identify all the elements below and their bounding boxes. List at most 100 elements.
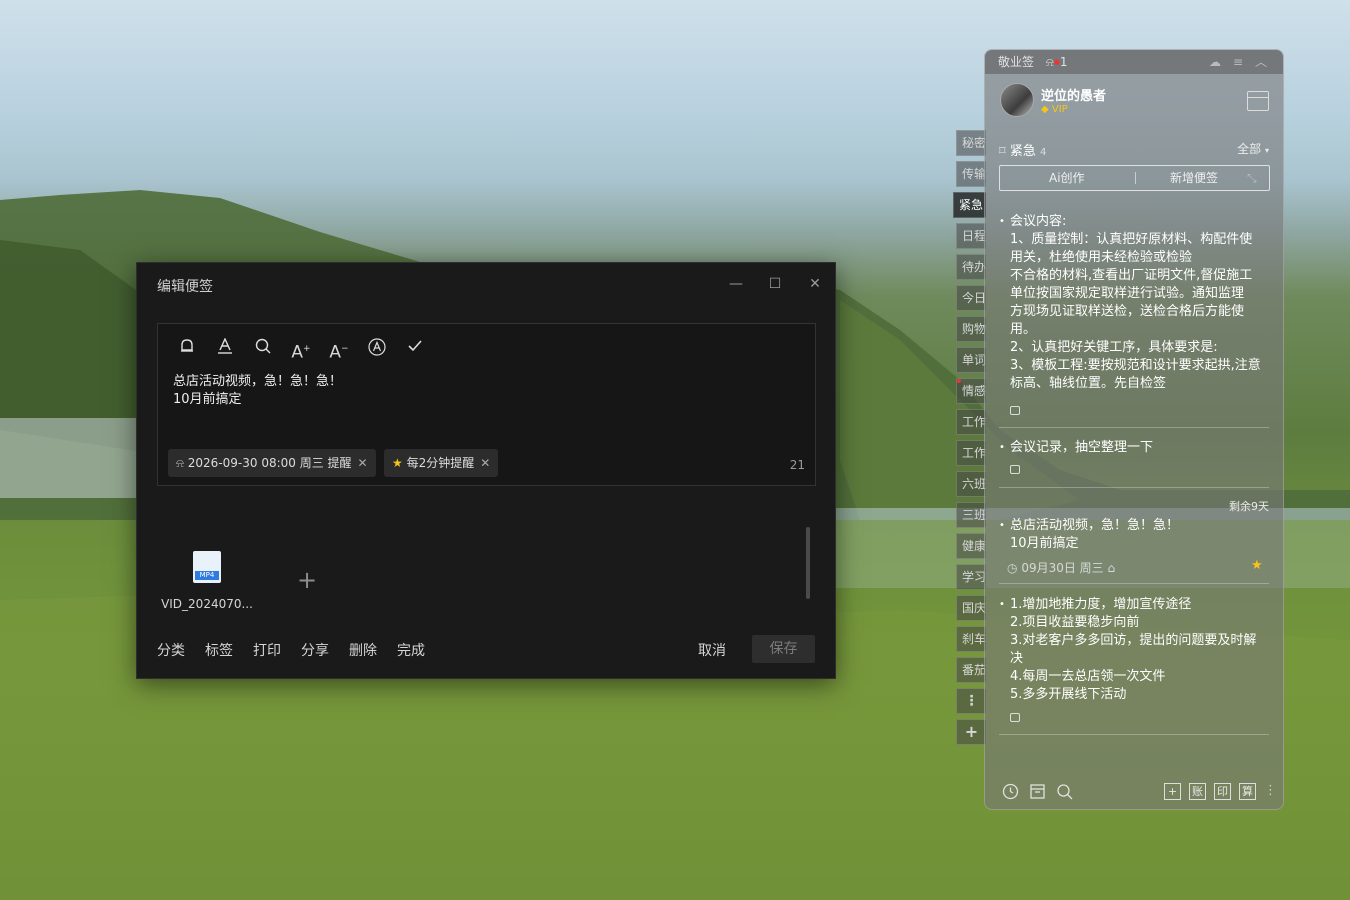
tab-national-day[interactable]: 国庆 <box>956 595 986 621</box>
check-icon[interactable] <box>404 338 426 360</box>
note-date: ◷ 09月30日 周三 ⌂ <box>1007 561 1116 575</box>
minimize-button[interactable]: — <box>723 273 749 295</box>
avatar[interactable] <box>1000 83 1034 117</box>
divider <box>999 583 1269 584</box>
tab-class-three[interactable]: 三班 <box>956 502 986 528</box>
font-increase-icon[interactable]: A+ <box>290 338 312 363</box>
note-text-line[interactable]: 总店活动视频，急！急！急！ <box>173 370 342 389</box>
note-line: 不合格的材料,查看出厂证明文件,督促施工 <box>1010 268 1253 283</box>
more-icon[interactable]: ⋮ <box>1264 783 1277 798</box>
calendar-icon[interactable] <box>1247 91 1269 111</box>
collapse-icon[interactable]: ︿ <box>1255 50 1267 74</box>
search-icon[interactable] <box>1056 783 1073 804</box>
star-icon[interactable]: ★ <box>1251 558 1263 573</box>
video-attachment[interactable]: MP4 VID_2024070... <box>159 551 255 611</box>
font-decrease-icon[interactable]: A− <box>328 338 350 363</box>
note-line: 4.每周一去总店领一次文件 <box>1010 669 1166 684</box>
calculate-box-icon[interactable]: 算 <box>1239 783 1256 800</box>
reminder-text: 2026-09-30 08:00 周三 提醒 <box>187 456 352 470</box>
delete-button[interactable]: 删除 <box>349 640 377 660</box>
note-card[interactable]: • 1.增加地推力度，增加宣传途径 2.项目收益要稳步向前 3.对老客户多多回访… <box>999 596 1269 704</box>
search-icon[interactable] <box>252 338 274 360</box>
menu-icon[interactable]: ≡ <box>1233 50 1243 74</box>
cancel-button[interactable]: 取消 <box>698 640 726 660</box>
tab-urgent[interactable]: 紧急 <box>953 192 986 218</box>
char-count: 21 <box>789 458 805 472</box>
lock-icon[interactable]: ⌂ <box>1108 561 1116 575</box>
tab-schedule[interactable]: 日程 <box>956 223 986 249</box>
tab-work[interactable]: 工作 <box>956 409 986 435</box>
divider <box>1135 172 1136 184</box>
tab-today[interactable]: 今日 <box>956 285 986 311</box>
tab-health[interactable]: 健康 <box>956 533 986 559</box>
tab-todo[interactable]: 待办 <box>956 254 986 280</box>
clock-icon[interactable] <box>1002 783 1019 804</box>
diamond-icon: ◆ <box>1041 104 1049 115</box>
more-tabs-button[interactable]: ⋮ <box>956 688 986 714</box>
new-note-button[interactable]: 新增便签 <box>1170 166 1218 190</box>
note-line: 决 <box>1010 651 1024 666</box>
print-button[interactable]: 打印 <box>253 640 281 660</box>
note-card[interactable]: • 会议内容: 1、质量控制：认真把好原材料、构配件使 用关，杜绝使用未经检验或… <box>999 213 1269 397</box>
star-icon: ★ <box>392 456 403 470</box>
bookmark-icon: ⌑ <box>999 144 1006 159</box>
tag-button[interactable]: 标签 <box>205 640 233 660</box>
tab-work-2[interactable]: 工作 <box>956 440 986 466</box>
done-button[interactable]: 完成 <box>397 640 425 660</box>
add-tab-button[interactable]: + <box>956 719 986 745</box>
notification-count: 1 <box>1059 55 1068 69</box>
new-note-shortcut-icon[interactable]: ⤡ <box>1247 166 1257 190</box>
note-card-current[interactable]: • 总店活动视频，急！急！急！ 10月前搞定 <box>999 517 1269 553</box>
bullet: • <box>999 216 1005 227</box>
add-attachment-button[interactable]: + <box>297 566 317 594</box>
category-button[interactable]: 分类 <box>157 640 185 660</box>
note-line: 3.对老客户多多回访，提出的问题要及时解 <box>1010 633 1257 648</box>
category-header: ⌑ 紧急 4 <box>999 140 1046 159</box>
tab-emotion[interactable]: 情感 <box>956 378 986 404</box>
print-box-icon[interactable]: 印 <box>1214 783 1231 800</box>
tab-words[interactable]: 单词 <box>956 347 986 373</box>
close-button[interactable]: ✕ <box>802 273 828 295</box>
note-edit-area[interactable]: A+ A− 总店活动视频，急！急！急！ 10月前搞定 ⍾ 2026-09-30 … <box>157 323 816 486</box>
category-count: 4 <box>1039 147 1047 158</box>
lock-icon[interactable] <box>1010 406 1020 415</box>
archive-icon[interactable] <box>1029 783 1046 804</box>
user-name: 逆位的愚者 <box>1041 89 1107 104</box>
text-color-icon[interactable] <box>214 337 236 360</box>
clock-icon: ◷ <box>1007 561 1018 575</box>
cloud-sync-icon[interactable]: ☁ <box>1209 50 1221 74</box>
tab-tomato[interactable]: 番茄 <box>956 657 986 683</box>
repeat-reminder-chip[interactable]: ★ 每2分钟提醒 ✕ <box>384 449 499 477</box>
tab-shopping[interactable]: 购物 <box>956 316 986 342</box>
divider <box>999 487 1269 488</box>
share-button[interactable]: 分享 <box>301 640 329 660</box>
maximize-button[interactable]: ☐ <box>762 273 788 295</box>
tab-transfer[interactable]: 传输 <box>956 161 986 187</box>
note-card[interactable]: • 会议记录，抽空整理一下 <box>999 439 1269 457</box>
remaining-days: 剩余9天 <box>1229 500 1269 513</box>
note-text-line[interactable]: 10月前搞定 <box>173 388 242 407</box>
repeat-text: 每2分钟提醒 <box>406 456 475 470</box>
save-button[interactable]: 保存 <box>752 635 815 663</box>
note-line: 2.项目收益要稳步向前 <box>1010 615 1140 630</box>
tab-class-six[interactable]: 六班 <box>956 471 986 497</box>
remove-reminder-icon[interactable]: ✕ <box>358 456 368 470</box>
lock-icon[interactable] <box>1010 713 1020 722</box>
filter-dropdown[interactable]: 全部 ▾ <box>1237 140 1269 157</box>
bell-icon[interactable] <box>176 338 198 360</box>
notification-icon[interactable]: ⍾● <box>1046 55 1060 69</box>
remove-repeat-icon[interactable]: ✕ <box>480 456 490 470</box>
add-box-icon[interactable]: + <box>1164 783 1181 800</box>
mp4-file-icon: MP4 <box>193 551 221 583</box>
note-line: 标高、轴线位置。先自检签 <box>1010 376 1167 391</box>
account-box-icon[interactable]: 账 <box>1189 783 1206 800</box>
reminder-chip[interactable]: ⍾ 2026-09-30 08:00 周三 提醒 ✕ <box>168 449 376 477</box>
ai-create-button[interactable]: Ai创作 <box>1049 166 1085 190</box>
tab-brake[interactable]: 刹车 <box>956 626 986 652</box>
auto-format-icon[interactable] <box>366 338 388 360</box>
tab-secret[interactable]: 秘密 <box>956 130 986 156</box>
lock-icon[interactable] <box>1010 465 1020 474</box>
chevron-down-icon: ▾ <box>1264 146 1269 155</box>
tab-study[interactable]: 学习 <box>956 564 986 590</box>
scrollbar[interactable] <box>806 527 810 599</box>
